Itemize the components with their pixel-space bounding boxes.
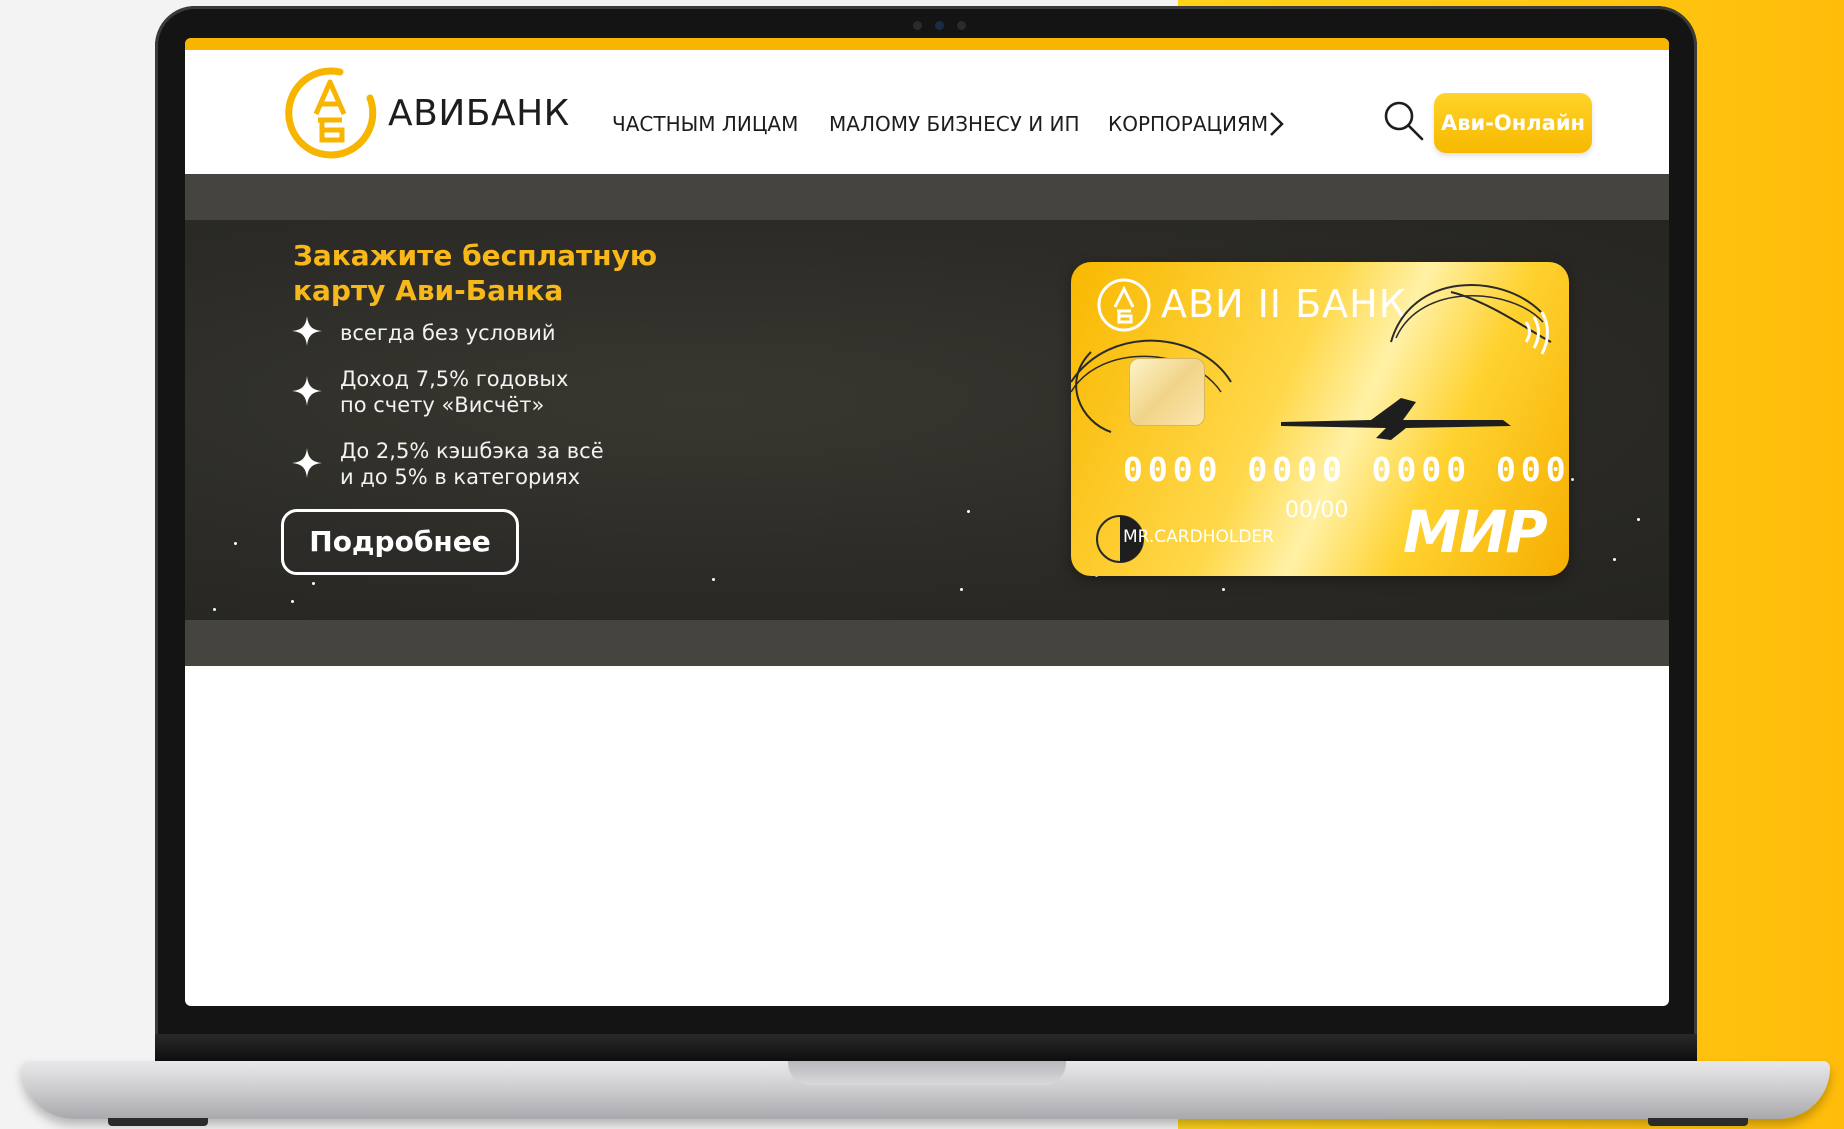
nav-item-corporations[interactable]: КОРПОРАЦИЯМ (1108, 112, 1268, 136)
sparkle-star-icon (292, 448, 322, 478)
laptop-notch (788, 1061, 1066, 1085)
avibank-logo-icon[interactable] (282, 64, 378, 160)
star-dot (1222, 588, 1225, 591)
camera-dot (913, 21, 922, 30)
star-dot (1637, 518, 1640, 521)
feature-text: До 2,5% кэшбэка за всё и до 5% в категор… (340, 439, 604, 489)
sparkle-star-icon (292, 376, 322, 406)
star-dot (213, 608, 216, 611)
laptop-foot (108, 1118, 208, 1126)
avi-online-button[interactable]: Ави-Онлайн (1434, 93, 1592, 153)
nav-item-small-business[interactable]: МАЛОМУ БИЗНЕСУ И ИП (829, 112, 1080, 136)
star-dot (712, 578, 715, 581)
site-header: АВИБАНК ЧАСТНЫМ ЛИЦАМ МАЛОМУ БИЗНЕСУ И И… (185, 50, 1669, 174)
star-dot (234, 542, 237, 545)
top-accent-bar (185, 38, 1669, 50)
hero-band-bottom (185, 620, 1669, 666)
bank-card-image: АВИ II БАНК 0000 0000 0000 0000 00/00 MR… (1071, 262, 1569, 576)
star-dot (1613, 558, 1616, 561)
star-dot (967, 510, 970, 513)
card-number: 0000 0000 0000 0000 (1123, 450, 1569, 489)
star-dot (1571, 478, 1574, 481)
search-icon[interactable] (1382, 99, 1426, 143)
feature-text: Доход 7,5% годовых по счету «Висчёт» (340, 367, 569, 417)
hero-band-top (185, 174, 1669, 220)
brand-name[interactable]: АВИБАНК (388, 93, 570, 134)
star-dot (312, 582, 315, 585)
card-holder-name: MR.CARDHOLDER (1123, 527, 1274, 547)
star-dot (960, 588, 963, 591)
chevron-right-icon[interactable] (1268, 110, 1286, 138)
laptop-hinge (155, 1034, 1697, 1062)
card-chip (1129, 358, 1205, 426)
feature-text: всегда без условий (340, 321, 556, 345)
more-button[interactable]: Подробнее (281, 509, 519, 575)
star-dot (291, 600, 294, 603)
nav-item-private[interactable]: ЧАСТНЫМ ЛИЦАМ (612, 112, 798, 136)
mir-payment-logo: МИР (1403, 498, 1548, 566)
camera-lens (935, 21, 944, 30)
hero-title: Закажите бесплатную карту Ави-Банка (293, 239, 658, 307)
camera-dot (957, 21, 966, 30)
laptop-screen: АВИБАНК ЧАСТНЫМ ЛИЦАМ МАЛОМУ БИЗНЕСУ И И… (185, 38, 1669, 1006)
sparkle-star-icon (292, 316, 322, 346)
card-expiry: 00/00 (1285, 498, 1349, 523)
laptop-foot (1648, 1118, 1748, 1126)
